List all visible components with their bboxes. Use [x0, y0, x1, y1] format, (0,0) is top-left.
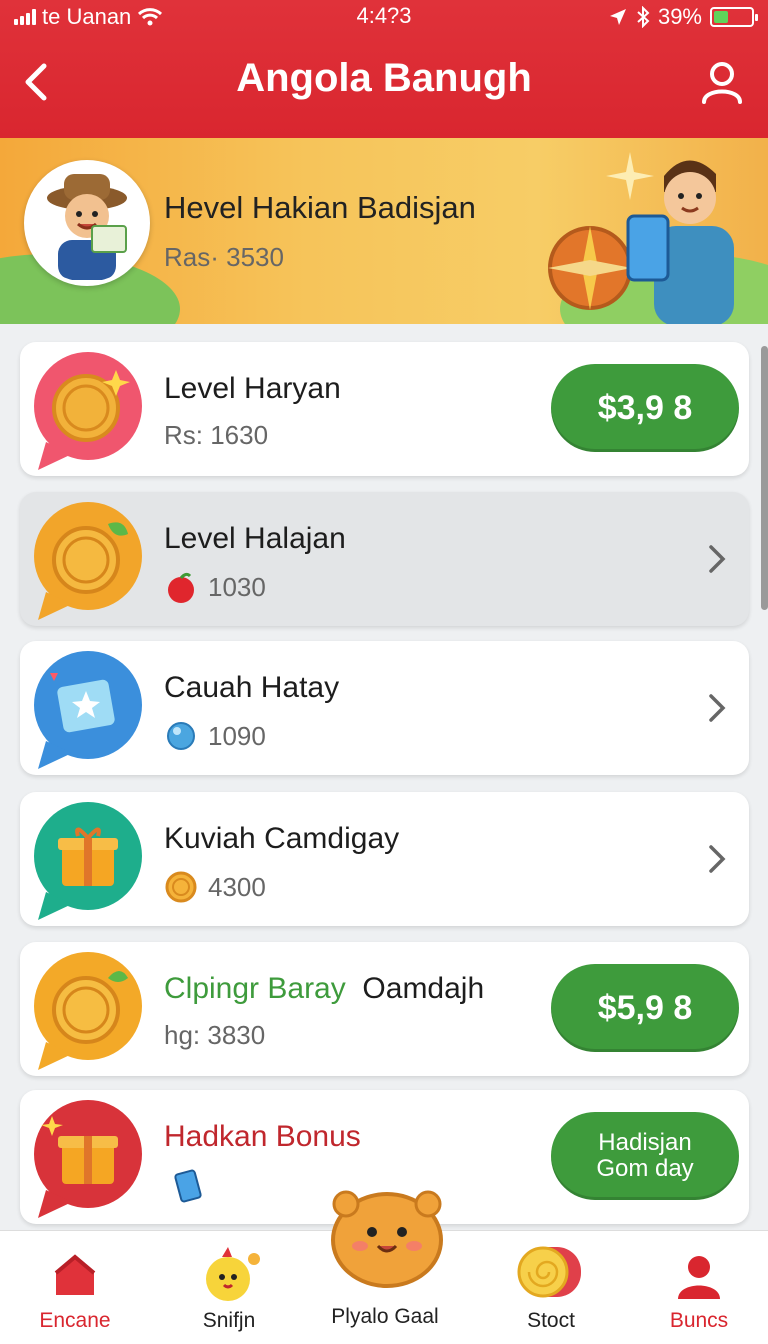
buy-button[interactable]: $3,9 8	[551, 364, 739, 452]
list-item[interactable]: Level Haryan Rs: 1630 $3,9 8	[20, 342, 749, 476]
bread-mascot-icon[interactable]	[328, 1180, 446, 1290]
item-points: 4300	[208, 871, 266, 902]
nav-item-account[interactable]: Buncs	[624, 1231, 768, 1344]
status-right: 39%	[608, 4, 758, 30]
item-title: Kuviah Camdigay	[164, 822, 400, 855]
chevron-right-icon[interactable]	[707, 693, 727, 723]
nav-label: Encane	[39, 1309, 111, 1332]
gold-coin-small-icon	[165, 871, 197, 903]
chevron-right-icon[interactable]	[707, 544, 727, 574]
item-meta: 1090	[164, 719, 266, 753]
gift-box-icon	[34, 802, 142, 920]
bonus-button[interactable]: Hadisjan Gom day	[551, 1112, 739, 1200]
status-bar: te Uanan 4:4?3 39%	[0, 0, 768, 34]
nav-item-home[interactable]: Encane	[0, 1231, 150, 1344]
nav-label: Snifjn	[202, 1309, 256, 1332]
bonus-gift-icon	[34, 1100, 142, 1218]
item-meta: 1030	[164, 570, 266, 604]
location-arrow-icon	[609, 9, 626, 25]
item-points: 1090	[208, 720, 266, 751]
nav-item-snifjn[interactable]: Snifjn	[154, 1231, 304, 1344]
item-title: Cauah Hatay	[164, 671, 340, 704]
promo-banner[interactable]: Hevel Hakian Badisjan Ras· 3530	[0, 138, 768, 324]
page-title: Angola Banugh	[236, 56, 532, 100]
explorer-avatar	[24, 160, 150, 286]
chick-mascot-icon	[206, 1247, 260, 1301]
list-item[interactable]: Clpingr Baray Oamdajh hg: 3830 $5,9 8	[20, 942, 749, 1076]
battery-percent: 39%	[657, 4, 702, 29]
profile-button[interactable]	[696, 58, 748, 106]
blue-gem-icon	[167, 722, 195, 750]
nav-label: Buncs	[669, 1309, 729, 1332]
item-title: Level Halajan	[164, 522, 346, 555]
coin-with-pineapple-icon	[34, 952, 142, 1070]
battery-icon	[710, 7, 758, 27]
coin-with-leaf-icon	[34, 502, 142, 620]
item-points: Rs: 1630	[164, 420, 269, 450]
item-title: Level Haryan	[164, 372, 341, 405]
bluetooth-icon	[637, 6, 650, 28]
nav-label: Stoct	[527, 1309, 575, 1332]
banner-subtitle: Ras· 3530	[164, 242, 284, 272]
boy-with-tablet-illustration	[626, 160, 734, 324]
list-item[interactable]: Kuviah Camdigay 4300	[20, 792, 749, 926]
home-icon	[54, 1254, 96, 1295]
app-header: te Uanan 4:4?3 39% Angola Banugh	[0, 0, 768, 138]
list-item[interactable]: Level Halajan 1030	[20, 492, 749, 626]
item-title: Clpingr Baray Oamdajh	[164, 972, 484, 1006]
person-icon	[678, 1256, 720, 1299]
item-meta: hg: 3830	[164, 1020, 265, 1051]
scrollbar[interactable]	[761, 346, 768, 610]
item-meta: Rs: 1630	[164, 420, 268, 451]
item-points: 1030	[208, 571, 266, 602]
chevron-right-icon[interactable]	[707, 844, 727, 874]
gold-coin-icon	[34, 352, 142, 470]
nav-item-store[interactable]: Stoct	[476, 1231, 626, 1344]
banner-title: Hevel Hakian Badisjan	[164, 190, 476, 225]
apple-icon	[168, 572, 194, 603]
buy-button[interactable]: $5,9 8	[551, 964, 739, 1052]
item-title-rest: Oamdajh	[362, 972, 485, 1005]
item-title: Hadkan Bonus	[164, 1120, 361, 1153]
star-box-icon	[34, 651, 142, 769]
item-meta: 4300	[164, 870, 266, 904]
list-item[interactable]: Cauah Hatay 1090	[20, 641, 749, 775]
nav-label: Plyalo Gaal	[331, 1305, 439, 1328]
candy-roll-icon	[517, 1246, 581, 1298]
phone-icon	[174, 1169, 202, 1203]
item-points: hg: 3830	[164, 1020, 266, 1050]
item-title-highlight: Clpingr Baray	[164, 972, 346, 1005]
